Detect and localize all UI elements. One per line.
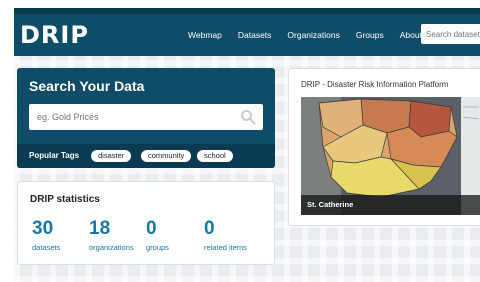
search-box[interactable] <box>29 104 263 130</box>
tag-community[interactable]: community <box>141 150 192 162</box>
search-input[interactable] <box>37 109 237 125</box>
nav-links: Webmap Datasets Organizations Groups Abo… <box>188 30 438 40</box>
stat-label: related items <box>204 243 247 252</box>
nav-item-datasets[interactable]: Datasets <box>238 30 272 40</box>
stat-value: 0 <box>204 218 215 239</box>
nav-item-organizations[interactable]: Organizations <box>287 30 339 40</box>
top-strip <box>0 0 480 8</box>
featured-map-image[interactable]: St. Catherine <box>301 97 480 215</box>
search-panel: Search Your Data Popular Tags disaster c… <box>17 68 275 168</box>
site-logo[interactable]: DRIP <box>20 21 89 49</box>
stat-value: 18 <box>89 218 111 239</box>
nav-item-groups[interactable]: Groups <box>356 30 384 40</box>
nav-item-webmap[interactable]: Webmap <box>188 30 222 40</box>
stat-label: organizations <box>89 243 134 252</box>
stat-groups[interactable]: 0 groups <box>146 218 169 252</box>
featured-caption-bar: St. Catherine <box>301 195 480 215</box>
stat-value: 30 <box>32 218 54 239</box>
tag-disaster[interactable]: disaster <box>91 150 132 162</box>
nav-search-input[interactable] <box>421 24 480 44</box>
stat-label: datasets <box>32 243 61 252</box>
navbar: DRIP Webmap Datasets Organizations Group… <box>14 8 480 56</box>
stat-label: groups <box>146 243 169 252</box>
stat-value: 0 <box>146 218 157 239</box>
stats-title: DRIP statistics <box>30 194 100 205</box>
featured-caption: St. Catherine <box>307 200 354 209</box>
stat-organizations[interactable]: 18 organizations <box>89 218 134 252</box>
nav-item-about[interactable]: About <box>400 30 422 40</box>
featured-panel: DRIP - Disaster Risk Information Platfor… <box>288 68 480 226</box>
tag-school[interactable]: school <box>197 150 233 162</box>
popular-tags-bar: Popular Tags disaster community school <box>17 144 275 168</box>
featured-title: DRIP - Disaster Risk Information Platfor… <box>301 80 449 89</box>
popular-tags-label: Popular Tags <box>29 151 80 160</box>
search-icon[interactable] <box>240 109 256 125</box>
stat-related-items[interactable]: 0 related items <box>204 218 247 252</box>
stat-datasets[interactable]: 30 datasets <box>32 218 60 252</box>
search-title: Search Your Data <box>29 78 145 94</box>
stats-panel: DRIP statistics 30 datasets 18 organizat… <box>17 181 275 265</box>
